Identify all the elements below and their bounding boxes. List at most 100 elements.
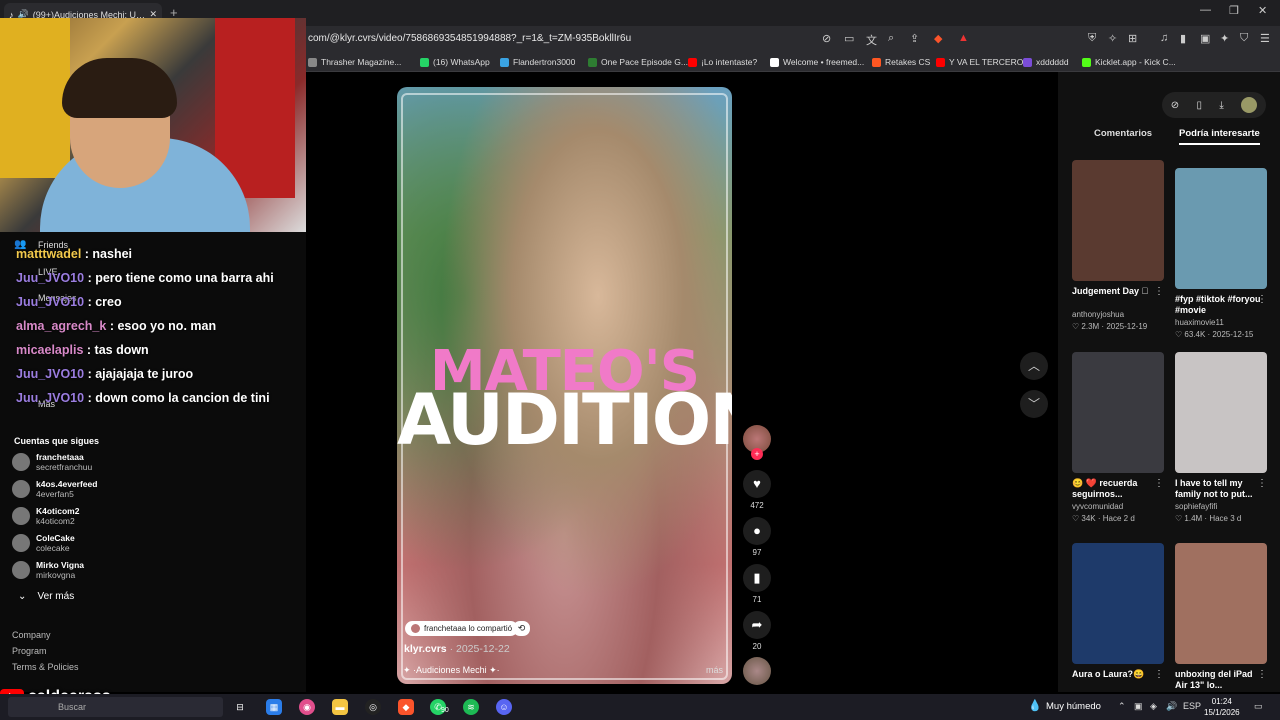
like-button[interactable]: ♥ 472 bbox=[742, 470, 772, 510]
video-thumbnail[interactable] bbox=[1072, 543, 1164, 664]
more-options-icon[interactable]: ⋮ bbox=[1257, 294, 1267, 305]
screenshot-icon[interactable]: ⊞ bbox=[1128, 32, 1137, 45]
recommended-video-card[interactable]: Aura o Laura?😄 bbox=[1072, 543, 1164, 691]
recommended-video-card[interactable]: #fyp #tiktok #foryou #movie huaximovie11 ♡… bbox=[1175, 168, 1267, 339]
following-item[interactable]: K4oticom2 k4oticom2 bbox=[12, 506, 79, 526]
wallet-icon[interactable]: ▣ bbox=[1200, 32, 1210, 45]
reader-icon[interactable]: ⊘ bbox=[822, 32, 831, 45]
maximize-icon[interactable]: ❐ bbox=[1229, 4, 1239, 17]
language-label[interactable]: ESP bbox=[1183, 701, 1201, 711]
more-options-icon[interactable]: ⋮ bbox=[1257, 478, 1267, 489]
chevron-up-icon[interactable]: ︿ bbox=[1020, 352, 1048, 380]
menu-icon[interactable]: ☰ bbox=[1260, 32, 1270, 45]
task-view-icon[interactable]: ⊟ bbox=[232, 699, 248, 715]
sidebar-icon[interactable]: ▮ bbox=[1180, 32, 1186, 45]
repost-icon[interactable]: ⟲ bbox=[513, 621, 530, 636]
heart-outline-icon: ♡ bbox=[1175, 514, 1185, 523]
bookmark-item[interactable]: Welcome • freemed... bbox=[770, 57, 864, 67]
video-author[interactable]: klyr.cvrs · 2025-12-22 bbox=[404, 643, 510, 655]
following-item[interactable]: ColeCake colecake bbox=[12, 533, 75, 553]
install-icon[interactable]: ▭ bbox=[844, 32, 854, 45]
video-thumbnail[interactable] bbox=[1072, 352, 1164, 473]
bookmark-item[interactable]: Y VA EL TERCERO bbox=[936, 57, 1023, 67]
following-handle: 4everfan5 bbox=[36, 489, 74, 499]
following-item[interactable]: k4os.4everfeed 4everfan5 bbox=[12, 479, 97, 499]
bookmark-item[interactable]: One Pace Episode G... bbox=[588, 57, 688, 67]
brave-icon[interactable]: ◆ bbox=[398, 699, 414, 715]
video-thumbnail[interactable] bbox=[1175, 352, 1267, 473]
follow-plus-icon[interactable]: + bbox=[751, 448, 763, 460]
recommended-video-card[interactable]: unboxing del iPad Air 13" lo... bbox=[1175, 543, 1267, 691]
card-author[interactable]: anthonyjoshua bbox=[1072, 310, 1164, 319]
leo-icon[interactable]: ✦ bbox=[1220, 32, 1229, 45]
taskbar-search[interactable]: Buscar bbox=[8, 697, 223, 717]
tab-podria-interesarte[interactable]: Podría interesarte bbox=[1179, 128, 1260, 145]
bookmark-item[interactable]: Flandertron3000 bbox=[500, 57, 575, 67]
video-more-link[interactable]: más bbox=[706, 665, 723, 675]
close-window-icon[interactable]: ✕ bbox=[1258, 4, 1267, 17]
bookmark-item[interactable]: Retakes CS bbox=[872, 57, 930, 67]
following-item[interactable]: Mirko Vigna mirkovgna bbox=[12, 560, 84, 580]
compass-icon[interactable]: ⊘ bbox=[1171, 100, 1179, 111]
rewards-icon[interactable]: ▲ bbox=[958, 32, 969, 44]
card-author[interactable]: vyvcomunidad bbox=[1072, 502, 1164, 511]
download-icon[interactable]: ⤓ bbox=[1219, 100, 1223, 111]
tab-comentarios[interactable]: Comentarios bbox=[1094, 128, 1152, 139]
notifications-icon[interactable]: ▭ bbox=[1254, 701, 1263, 712]
more-options-icon[interactable]: ⋮ bbox=[1154, 478, 1164, 489]
network-icon[interactable]: ◈ bbox=[1150, 701, 1157, 712]
share-button[interactable]: ➦ 20 bbox=[742, 611, 772, 651]
vpn-shield-icon[interactable]: ⛉ bbox=[1240, 32, 1248, 45]
bookmark-item[interactable]: (16) WhatsApp bbox=[420, 57, 490, 67]
save-button[interactable]: ▮ 71 bbox=[742, 564, 772, 604]
spotify-icon[interactable]: ≋ bbox=[463, 699, 479, 715]
tray-app-icon[interactable]: ▣ bbox=[1134, 701, 1143, 712]
video-thumbnail[interactable] bbox=[1175, 168, 1267, 289]
ver-mas-button[interactable]: ⌄ Ver más bbox=[18, 591, 74, 602]
media-icon[interactable]: ♫ bbox=[1160, 32, 1168, 44]
app-icon[interactable]: ◉ bbox=[299, 699, 315, 715]
chevron-down-nav-icon[interactable]: ﹀ bbox=[1020, 390, 1048, 418]
music-disc[interactable] bbox=[743, 657, 771, 685]
more-options-icon[interactable]: ⋮ bbox=[1257, 669, 1267, 680]
discord-icon[interactable]: ☺ bbox=[496, 699, 512, 715]
video-player[interactable]: MATEO'S AUDITION bbox=[397, 87, 732, 684]
volume-icon[interactable]: 🔊 bbox=[1166, 701, 1177, 712]
store-icon[interactable]: ▦ bbox=[266, 699, 282, 715]
translate-icon[interactable]: 文 bbox=[866, 32, 877, 48]
url-field[interactable]: com/@klyr.cvrs/video/7586869354851994888… bbox=[308, 33, 631, 44]
following-item[interactable]: franchetaaa secretfranchuu bbox=[12, 452, 92, 472]
phone-icon[interactable]: ▯ bbox=[1197, 100, 1203, 111]
tray-chevron-icon[interactable]: ⌃ bbox=[1118, 701, 1126, 712]
steam-icon[interactable]: ◎ bbox=[365, 699, 381, 715]
card-author[interactable]: sophiefayfifi bbox=[1175, 502, 1267, 511]
folder-icon[interactable]: ▬ bbox=[332, 699, 348, 715]
zoom-icon[interactable]: ⌕ bbox=[888, 32, 894, 45]
bookmark-item[interactable]: Thrasher Magazine... bbox=[308, 57, 401, 67]
recommended-video-card[interactable]: 😊 ❤️ recuerda seguirnos... vyvcomunidad ♡ … bbox=[1072, 352, 1164, 523]
brave-shield-icon[interactable]: ◆ bbox=[934, 32, 942, 45]
footer-terms[interactable]: Terms & Policies bbox=[12, 662, 79, 672]
footer-program[interactable]: Program bbox=[12, 646, 47, 656]
bookmark-item[interactable]: ¡Lo intentaste? bbox=[688, 57, 757, 67]
more-options-icon[interactable]: ⋮ bbox=[1154, 669, 1164, 680]
weather-label[interactable]: Muy húmedo bbox=[1046, 701, 1101, 712]
video-thumbnail[interactable] bbox=[1175, 543, 1267, 664]
shared-by-pill[interactable]: franchetaaa lo compartió bbox=[405, 621, 519, 636]
card-author[interactable]: huaximovie11 bbox=[1175, 318, 1267, 327]
more-options-icon[interactable]: ⋮ bbox=[1154, 286, 1164, 297]
footer-company[interactable]: Company bbox=[12, 630, 51, 640]
vpn-icon[interactable]: ⛨ bbox=[1088, 32, 1096, 45]
extensions-icon[interactable]: ✧ bbox=[1108, 32, 1117, 45]
profile-avatar[interactable] bbox=[1241, 97, 1258, 113]
recommended-video-card[interactable]: Judgement Day 🏻 anthonyjoshua ♡ 2.3M · 202… bbox=[1072, 160, 1164, 331]
share-icon[interactable]: ⇪ bbox=[910, 32, 919, 45]
clock[interactable]: 01:24 15/1/2026 bbox=[1204, 696, 1240, 718]
video-thumbnail[interactable] bbox=[1072, 160, 1164, 281]
comment-button[interactable]: ● 97 bbox=[742, 517, 772, 557]
minimize-icon[interactable]: — bbox=[1200, 4, 1211, 16]
recommended-video-card[interactable]: I have to tell my family not to put... so… bbox=[1175, 352, 1267, 523]
chat-text: : ajajajaja te juroo bbox=[87, 367, 194, 381]
bookmark-item[interactable]: Kicklet.app - Kick C... bbox=[1082, 57, 1176, 67]
bookmark-item[interactable]: xdddddd bbox=[1023, 57, 1069, 67]
